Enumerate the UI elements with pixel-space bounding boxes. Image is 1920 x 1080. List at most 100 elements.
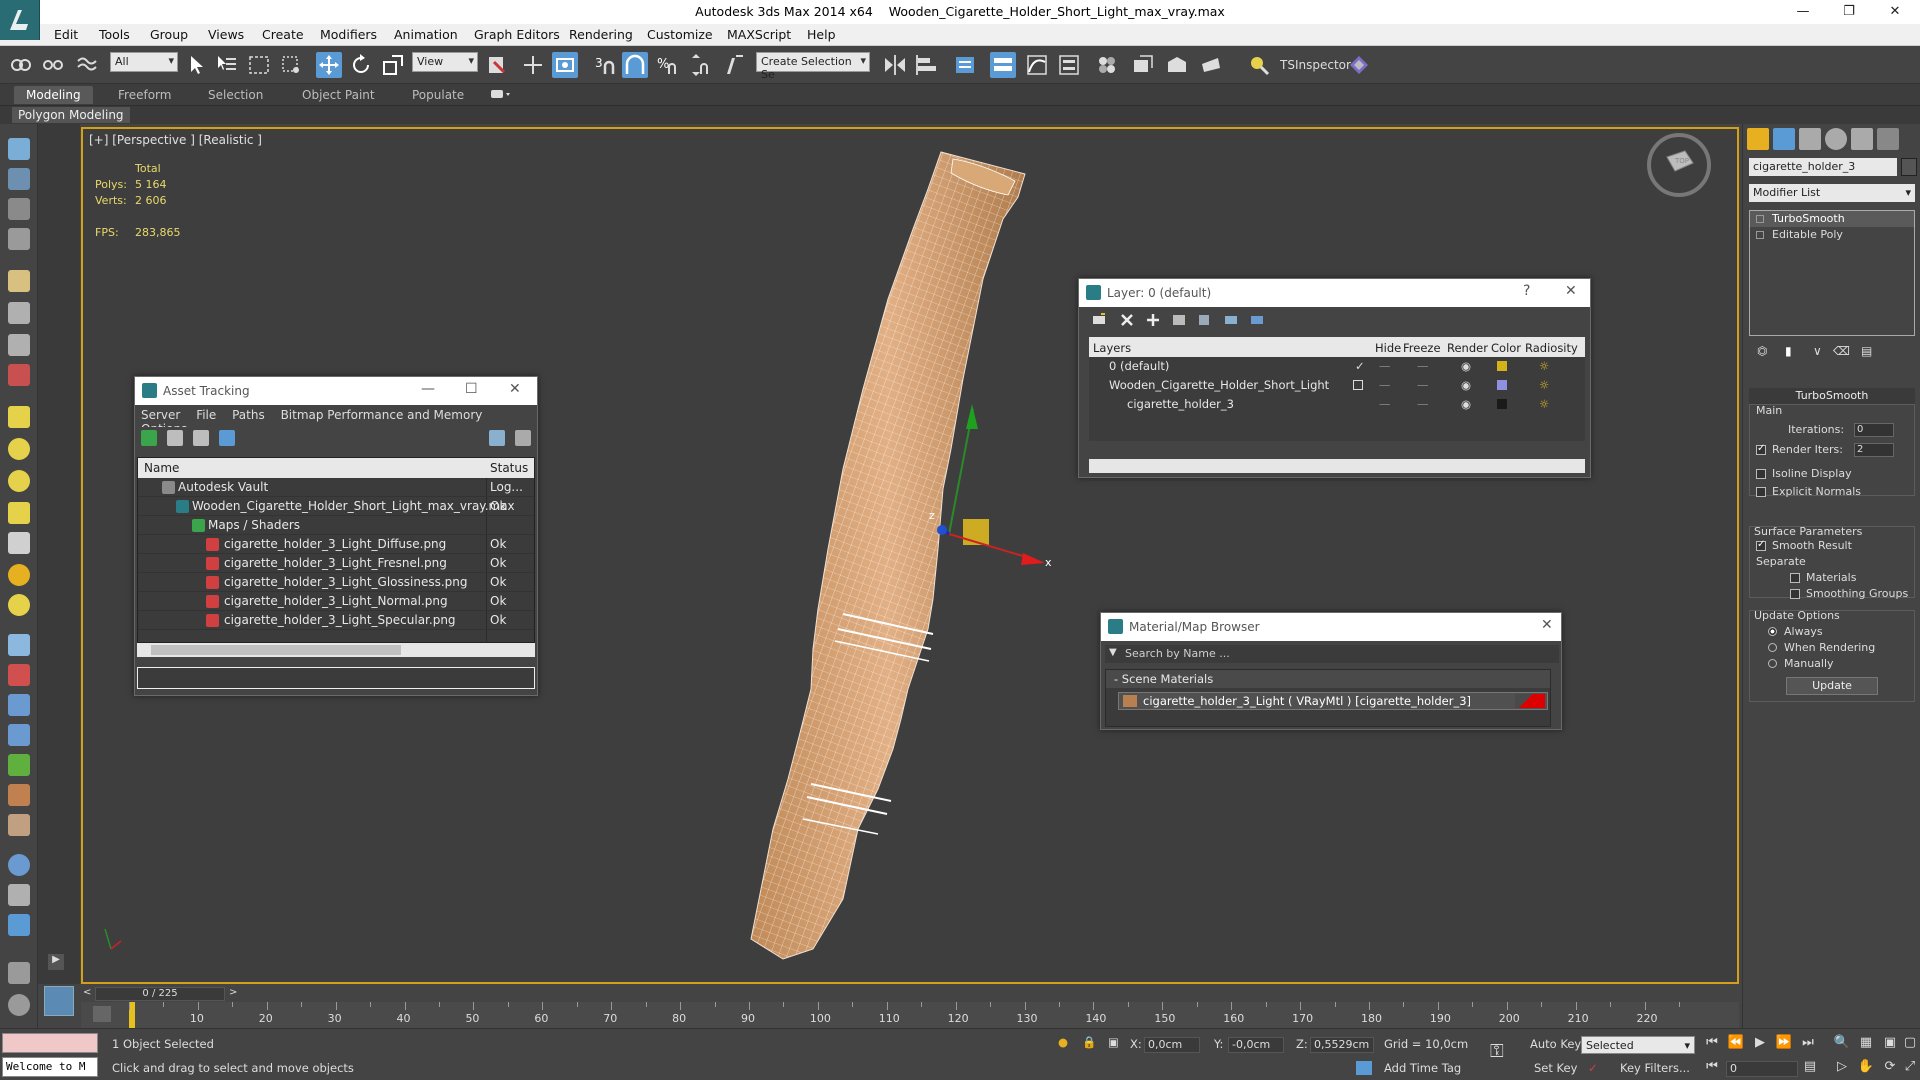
sphere-icon[interactable]: [8, 438, 30, 460]
angle-snap-icon[interactable]: [622, 52, 648, 78]
materials-checkbox[interactable]: [1790, 573, 1800, 583]
go-to-end-icon[interactable]: ⏭: [1798, 1035, 1818, 1053]
key-icon[interactable]: ⚿: [1490, 1041, 1504, 1062]
teapot-icon[interactable]: [8, 138, 30, 160]
select-and-scale-icon[interactable]: [380, 52, 406, 78]
layer-color-swatch[interactable]: [1497, 380, 1507, 390]
explicit-normals-checkbox[interactable]: [1756, 487, 1766, 497]
modify-tab-icon[interactable]: [1773, 128, 1795, 150]
settings-icon[interactable]: [515, 430, 531, 446]
table-row[interactable]: Maps / Shaders: [138, 516, 534, 535]
help-icon[interactable]: [8, 994, 30, 1016]
menu-tools[interactable]: Tools: [99, 27, 130, 42]
smoothing-groups-checkbox[interactable]: [1790, 589, 1800, 599]
next-frame-arrow-icon[interactable]: >: [229, 987, 237, 998]
select-manipulate-icon[interactable]: [520, 52, 546, 78]
reference-coordinate-dropdown[interactable]: View: [412, 52, 478, 72]
next-frame-icon[interactable]: ⏩: [1774, 1035, 1794, 1053]
utility-icon[interactable]: [8, 962, 30, 984]
mirror-icon[interactable]: [882, 52, 908, 78]
x-coordinate-field[interactable]: 0,0cm: [1144, 1037, 1200, 1053]
utilities-tab-icon[interactable]: [1877, 128, 1899, 150]
highlight-layer-icon[interactable]: [1197, 312, 1213, 328]
orbit-icon[interactable]: ⟳: [1880, 1059, 1900, 1077]
col-freeze[interactable]: Freeze: [1403, 341, 1441, 355]
use-pivot-center-icon[interactable]: [484, 52, 510, 78]
spinner-snap-icon[interactable]: [686, 52, 712, 78]
freeze-toggle[interactable]: —: [1417, 378, 1429, 392]
curve-editor-icon[interactable]: [1024, 52, 1050, 78]
close-icon[interactable]: ✕: [1541, 617, 1553, 633]
lightbulb-icon[interactable]: [1756, 215, 1764, 223]
col-layers[interactable]: Layers: [1093, 341, 1131, 355]
table-row[interactable]: Wooden_Cigarette_Holder_Short_Light_max_…: [138, 497, 534, 516]
key-set-dropdown[interactable]: Selected ▾: [1581, 1036, 1695, 1054]
render-teapot-icon[interactable]: ◉: [1461, 397, 1471, 411]
render-teapot-icon[interactable]: ◉: [1461, 378, 1471, 392]
create-tab-icon[interactable]: [1747, 128, 1769, 150]
expand-arrow-icon[interactable]: ▶: [48, 954, 64, 970]
add-time-tag[interactable]: Add Time Tag: [1384, 1061, 1461, 1075]
key-filters-button[interactable]: Key Filters...: [1620, 1061, 1690, 1075]
iterations-spinner[interactable]: 0: [1854, 423, 1894, 437]
stack-item-editable-poly[interactable]: Editable Poly: [1750, 227, 1914, 243]
select-object-icon[interactable]: [184, 52, 210, 78]
ribbon-options-icon[interactable]: [490, 88, 512, 100]
plugin-icon[interactable]: [1346, 52, 1372, 78]
cylinder-icon[interactable]: [8, 502, 30, 524]
minimize-icon[interactable]: —: [1780, 0, 1826, 24]
cloth-icon[interactable]: [8, 814, 30, 836]
material-map-browser[interactable]: Material/Map Browser ✕ Search by Name ..…: [1100, 612, 1562, 730]
manually-radio[interactable]: [1768, 659, 1777, 668]
time-slider-thumb[interactable]: 0 / 225: [95, 987, 225, 1001]
pan-icon[interactable]: ✋: [1856, 1059, 1876, 1077]
key-mode-toggle-icon[interactable]: ⏮: [1702, 1059, 1722, 1077]
asset-tracking-dialog[interactable]: Asset Tracking — ☐ ✕ Server File Paths B…: [134, 376, 538, 696]
modifier-list-dropdown[interactable]: Modifier List ▾: [1749, 184, 1915, 202]
hierarchy-icon[interactable]: [8, 694, 30, 716]
tab-freeform[interactable]: Freeform: [106, 86, 183, 104]
select-and-rotate-icon[interactable]: [348, 52, 374, 78]
material-item[interactable]: cigarette_holder_3_Light ( VRayMtl ) [ci…: [1118, 692, 1548, 710]
box-icon[interactable]: [8, 406, 30, 428]
helper-icon[interactable]: [8, 334, 30, 356]
zoom-all-icon[interactable]: ▦: [1856, 1035, 1876, 1053]
add-to-layer-icon[interactable]: [1145, 312, 1161, 328]
maxscript-listener-output[interactable]: [2, 1033, 98, 1053]
play-icon[interactable]: ▶: [1750, 1035, 1770, 1053]
light-icon[interactable]: [8, 270, 30, 292]
menu-server[interactable]: Server: [141, 408, 180, 422]
col-color[interactable]: Color: [1491, 341, 1521, 355]
always-radio[interactable]: [1768, 627, 1777, 636]
configure-sets-icon[interactable]: ▤: [1861, 344, 1872, 358]
scene-explorer-icon[interactable]: [952, 52, 978, 78]
close-icon[interactable]: ✕: [509, 381, 521, 397]
align-icon[interactable]: [914, 52, 940, 78]
rendered-frame-window-icon[interactable]: [1164, 52, 1190, 78]
key-mode-icon[interactable]: ✓: [1588, 1061, 1598, 1075]
z-coordinate-field[interactable]: 0,5529cm: [1310, 1037, 1374, 1053]
menu-help[interactable]: Help: [807, 27, 836, 42]
y-coordinate-field[interactable]: -0,0cm: [1228, 1037, 1284, 1053]
current-layer-check-icon[interactable]: ✓: [1355, 359, 1365, 373]
globe-icon[interactable]: [8, 724, 30, 746]
tree-view-icon[interactable]: [193, 430, 209, 446]
menu-bitmap-performance[interactable]: Bitmap Performance and Memory: [281, 408, 483, 422]
layer-row-wooden-holder[interactable]: Wooden_Cigarette_Holder_Short_Light — — …: [1089, 376, 1585, 395]
isoline-display-checkbox[interactable]: [1756, 469, 1766, 479]
tsinspector-label[interactable]: TSInspector: [1280, 58, 1351, 72]
stack-item-turbosmooth[interactable]: TurboSmooth: [1750, 211, 1914, 227]
asset-horizontal-scrollbar[interactable]: [137, 643, 535, 657]
tab-populate[interactable]: Populate: [400, 86, 476, 104]
rect-selection-icon[interactable]: [246, 52, 272, 78]
asset-path-field[interactable]: [137, 667, 535, 689]
render-teapot-icon[interactable]: ◉: [1461, 359, 1471, 373]
maximize-viewport-icon[interactable]: ⤢: [1900, 1059, 1920, 1077]
auto-key-button[interactable]: Auto Key: [1530, 1037, 1581, 1051]
mini-curve-editor-icon[interactable]: [93, 1006, 111, 1022]
select-and-move-icon[interactable]: [316, 52, 342, 78]
zoom-extents-icon[interactable]: ▣: [1880, 1035, 1900, 1053]
hide-all-icon[interactable]: [1223, 312, 1239, 328]
isolate-icon[interactable]: ●: [1058, 1035, 1068, 1049]
col-status[interactable]: Status: [490, 461, 528, 475]
